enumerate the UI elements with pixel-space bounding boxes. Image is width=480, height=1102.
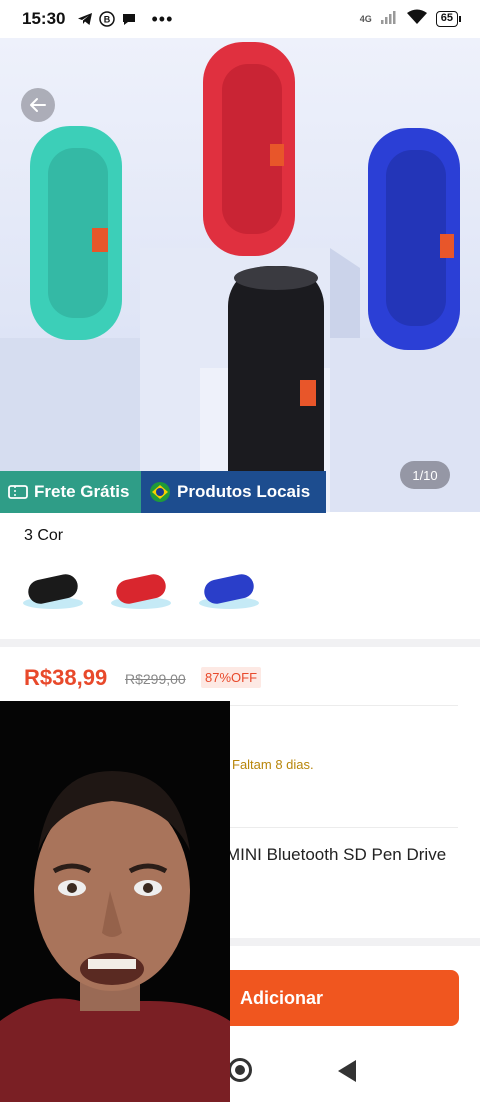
more-icon: ••• xyxy=(151,8,174,29)
wifi-icon xyxy=(406,9,428,30)
product-title: MINI Bluetooth SD Pen Drive xyxy=(226,845,447,864)
b-icon: B xyxy=(99,11,116,27)
free-shipping-badge: Frete Grátis xyxy=(0,471,141,513)
svg-text:B: B xyxy=(104,15,111,25)
person-video xyxy=(0,701,230,1102)
free-shipping-label: Frete Grátis xyxy=(34,482,130,501)
brazil-flag-icon xyxy=(149,481,171,503)
color-option-red[interactable] xyxy=(108,563,174,617)
status-bar: 15:30 B ••• 4G 65 xyxy=(0,0,480,38)
color-selector: 3 Cor xyxy=(0,513,480,639)
color-option-black[interactable] xyxy=(20,563,86,617)
discount-badge: 87%OFF xyxy=(201,667,262,688)
arrow-left-icon xyxy=(30,98,46,112)
telegram-icon xyxy=(77,11,93,27)
red-speaker xyxy=(203,42,295,256)
local-products-label: Produtos Locais xyxy=(177,482,311,501)
network-label: 4G xyxy=(359,14,372,24)
chat-icon xyxy=(121,11,137,27)
ticket-icon xyxy=(8,484,28,500)
original-price: R$299,00 xyxy=(125,671,186,687)
status-time: 15:30 xyxy=(22,9,66,28)
product-image-carousel[interactable]: 1/10 xyxy=(0,38,480,512)
badges-bar: Frete Grátis Produtos Locais xyxy=(0,471,326,513)
blue-speaker xyxy=(368,128,460,350)
video-overlay xyxy=(0,701,230,1102)
local-products-badge: Produtos Locais xyxy=(141,471,326,513)
section-divider xyxy=(0,639,480,647)
back-button[interactable] xyxy=(21,88,55,122)
add-to-cart-button[interactable]: Adicionar xyxy=(226,970,459,1026)
current-price: R$38,99 xyxy=(24,665,108,690)
color-count-label: 3 Cor xyxy=(24,527,64,544)
home-nav-icon[interactable] xyxy=(228,1058,252,1082)
product-photo xyxy=(0,42,480,512)
back-nav-icon[interactable] xyxy=(338,1060,356,1082)
battery-icon: 65 xyxy=(435,11,462,27)
teal-speaker xyxy=(30,126,122,340)
image-counter: 1/10 xyxy=(400,461,450,489)
promo-deadline: Faltam 8 dias. xyxy=(232,757,314,772)
color-option-blue[interactable] xyxy=(196,563,262,617)
signal-icon xyxy=(380,9,398,29)
